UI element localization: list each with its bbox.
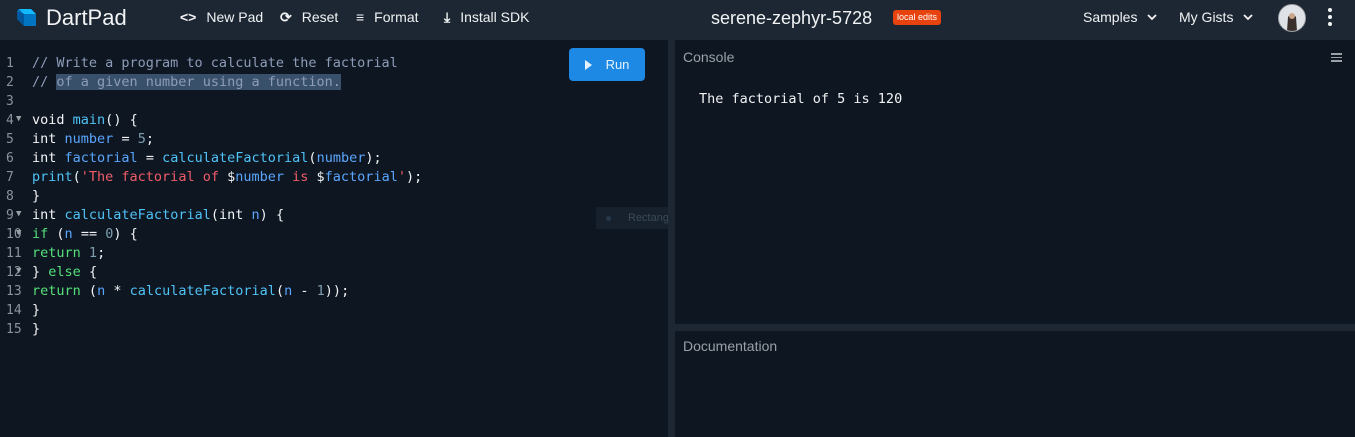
code-text: if (n == 0) { bbox=[32, 226, 138, 242]
samples-dropdown[interactable]: Samples bbox=[1083, 0, 1158, 34]
documentation-title: Documentation bbox=[683, 338, 778, 354]
vertical-splitter[interactable] bbox=[668, 40, 675, 437]
code-text: int calculateFactorial(int n) { bbox=[32, 207, 285, 223]
line-number: 14 bbox=[6, 303, 22, 318]
code-brackets-icon: <> bbox=[180, 9, 197, 25]
code-text: int number = 5; bbox=[32, 131, 155, 147]
line-number: 15 bbox=[6, 322, 22, 337]
user-avatar[interactable] bbox=[1278, 4, 1306, 32]
chevron-down-icon bbox=[1243, 13, 1254, 20]
code-text: } bbox=[32, 302, 41, 318]
line-number: 8 bbox=[6, 189, 14, 204]
console-panel: Console The factorial of 5 is 120 bbox=[675, 40, 1355, 324]
snip-icon bbox=[606, 216, 611, 221]
line-number: 12 bbox=[6, 265, 22, 280]
play-icon bbox=[584, 59, 592, 70]
code-text: print('The factorial of $number is $fact… bbox=[32, 169, 423, 185]
install-sdk-button[interactable]: ⤓ Install SDK bbox=[444, 0, 529, 34]
fold-arrow-icon[interactable]: ▼ bbox=[16, 205, 21, 224]
console-output: The factorial of 5 is 120 bbox=[699, 91, 903, 107]
reset-label: Reset bbox=[301, 9, 339, 25]
new-pad-label: New Pad bbox=[206, 9, 264, 25]
code-text: // of a given number using a function. bbox=[32, 74, 341, 90]
code-text: // Write a program to calculate the fact… bbox=[32, 55, 398, 71]
line-number: 7 bbox=[6, 170, 14, 185]
more-vert-icon[interactable] bbox=[1322, 7, 1338, 27]
new-pad-button[interactable]: <> New Pad bbox=[180, 0, 263, 34]
clear-console-icon[interactable] bbox=[1331, 53, 1342, 62]
code-text: } bbox=[32, 188, 41, 204]
code-text: int factorial = calculateFactorial(numbe… bbox=[32, 150, 382, 166]
avatar-icon bbox=[1279, 5, 1305, 31]
code-text: } else { bbox=[32, 264, 98, 280]
top-app-bar: DartPad <> New Pad ⟳ Reset ≡ Format ⤓ In… bbox=[0, 0, 1355, 40]
run-label: Run bbox=[605, 57, 630, 72]
samples-label: Samples bbox=[1083, 9, 1138, 25]
reset-button[interactable]: ⟳ Reset bbox=[280, 0, 338, 34]
selected-text: of a given number using a function. bbox=[56, 74, 341, 90]
my-gists-label: My Gists bbox=[1179, 9, 1234, 25]
line-number: 5 bbox=[6, 132, 14, 147]
line-number: 6 bbox=[6, 151, 14, 166]
horizontal-splitter[interactable] bbox=[675, 324, 1355, 331]
documentation-panel: Documentation bbox=[675, 331, 1355, 437]
line-number: 13 bbox=[6, 284, 22, 299]
fold-arrow-icon[interactable]: ▼ bbox=[16, 262, 21, 281]
dart-logo-icon bbox=[17, 9, 36, 26]
chevron-down-icon bbox=[1147, 13, 1158, 20]
line-number: 4 bbox=[6, 113, 14, 128]
format-lines-icon: ≡ bbox=[356, 9, 365, 25]
code-text: } bbox=[32, 321, 41, 337]
format-button[interactable]: ≡ Format bbox=[356, 0, 419, 34]
code-editor[interactable]: 1 // Write a program to calculate the fac… bbox=[0, 40, 668, 437]
fold-arrow-icon[interactable]: ▼ bbox=[16, 110, 21, 129]
line-number: 11 bbox=[6, 246, 22, 261]
code-text: return 1; bbox=[32, 245, 106, 261]
code-text: return (n * calculateFactorial(n - 1)); bbox=[32, 283, 350, 299]
install-sdk-label: Install SDK bbox=[460, 9, 530, 25]
my-gists-dropdown[interactable]: My Gists bbox=[1179, 0, 1254, 34]
line-number: 10 bbox=[6, 227, 22, 242]
code-text: void main() { bbox=[32, 112, 138, 128]
line-number: 9 bbox=[6, 208, 14, 223]
refresh-icon: ⟳ bbox=[280, 9, 292, 25]
run-button[interactable]: Run bbox=[569, 48, 645, 81]
brand-title: DartPad bbox=[46, 5, 127, 30]
console-title: Console bbox=[683, 49, 735, 65]
line-number: 2 bbox=[6, 75, 14, 90]
line-number: 1 bbox=[6, 56, 14, 71]
line-number: 3 bbox=[6, 94, 14, 109]
fold-arrow-icon[interactable]: ▼ bbox=[16, 224, 21, 243]
pad-name: serene-zephyr-5728 bbox=[711, 8, 873, 28]
format-label: Format bbox=[374, 9, 419, 25]
local-edits-badge: local edits bbox=[893, 10, 942, 25]
download-icon: ⤓ bbox=[444, 9, 451, 25]
